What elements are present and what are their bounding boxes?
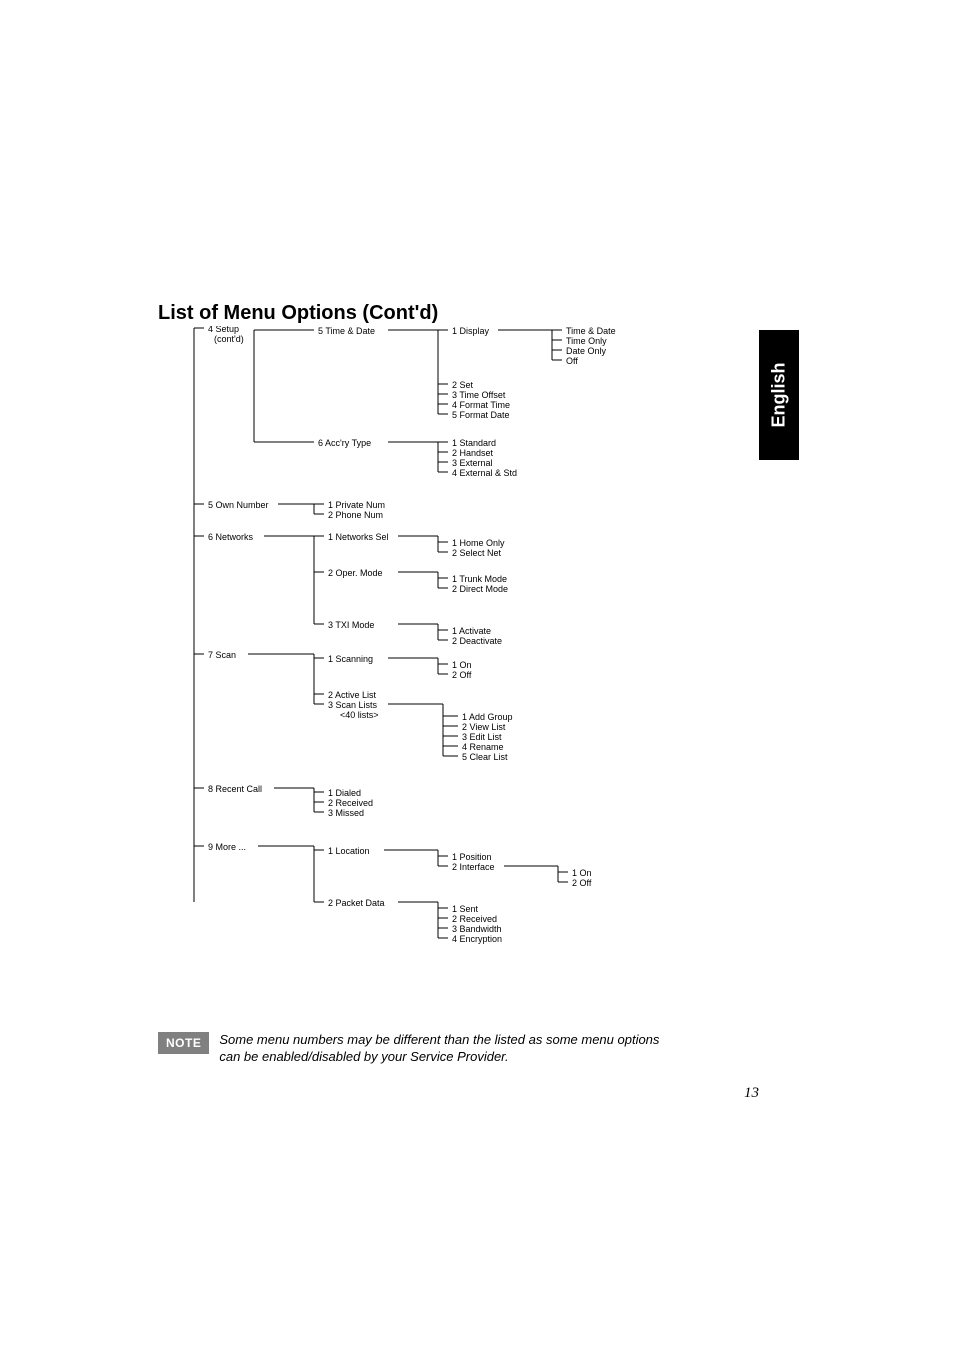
menu-root: 4 Setup	[208, 326, 239, 334]
menu-packet-3: 4 Encryption	[452, 934, 502, 944]
menu-loc-1: 2 Interface	[452, 862, 495, 872]
menu-txi-1: 2 Deactivate	[452, 636, 502, 646]
menu-opermode: 2 Oper. Mode	[328, 568, 383, 578]
menu-sl-0: 1 Add Group	[462, 712, 513, 722]
menu-loc-off: 2 Off	[572, 878, 592, 888]
menu-sl-1: 2 View List	[462, 722, 506, 732]
menu-own-0: 1 Private Num	[328, 500, 385, 510]
menu-accry-0: 1 Standard	[452, 438, 496, 448]
menu-disp-2: Date Only	[566, 346, 607, 356]
menu-scan-on: 1 On	[452, 660, 472, 670]
menu-more: 9 More ...	[208, 842, 246, 852]
note-badge: NOTE	[158, 1032, 209, 1054]
menu-accry-3: 4 External & Std	[452, 468, 517, 478]
menu-scanlists-sub: <40 lists>	[340, 710, 379, 720]
menu-sl-4: 5 Clear List	[462, 752, 508, 762]
menu-set: 2 Set	[452, 380, 474, 390]
menu-txi-0: 1 Activate	[452, 626, 491, 636]
menu-packet-2: 3 Bandwidth	[452, 924, 502, 934]
menu-disp-0: Time & Date	[566, 326, 616, 336]
menu-formatdate: 5 Format Date	[452, 410, 510, 420]
menu-networks: 6 Networks	[208, 532, 254, 542]
menu-disp-1: Time Only	[566, 336, 607, 346]
menu-sl-3: 4 Rename	[462, 742, 504, 752]
menu-netsel-1: 2 Select Net	[452, 548, 502, 558]
menu-scanlists: 3 Scan Lists	[328, 700, 378, 710]
menu-loc-on: 1 On	[572, 868, 592, 878]
menu-loc-0: 1 Position	[452, 852, 492, 862]
menu-recent-2: 3 Missed	[328, 808, 364, 818]
menu-disp-3: Off	[566, 356, 578, 366]
page: List of Menu Options (Cont'd) English 4 …	[0, 0, 954, 1351]
language-tab: English	[759, 330, 799, 460]
page-number: 13	[744, 1085, 759, 1102]
menu-timeoffset: 3 Time Offset	[452, 390, 506, 400]
menu-packet-0: 1 Sent	[452, 904, 479, 914]
menu-accry-2: 3 External	[452, 458, 493, 468]
menu-sl-2: 3 Edit List	[462, 732, 502, 742]
menu-own: 5 Own Number	[208, 500, 269, 510]
menu-packet: 2 Packet Data	[328, 898, 385, 908]
page-title: List of Menu Options (Cont'd)	[158, 302, 438, 325]
menu-accry: 6 Acc'ry Type	[318, 438, 371, 448]
menu-timedate: 5 Time & Date	[318, 326, 375, 336]
note-row: NOTE Some menu numbers may be different …	[158, 1032, 679, 1066]
language-label: English	[769, 362, 790, 427]
menu-display: 1 Display	[452, 326, 490, 336]
menu-oper-1: 2 Direct Mode	[452, 584, 508, 594]
menu-txi: 3 TXI Mode	[328, 620, 374, 630]
menu-activelist: 2 Active List	[328, 690, 377, 700]
menu-netsel: 1 Networks Sel	[328, 532, 389, 542]
menu-packet-1: 2 Received	[452, 914, 497, 924]
menu-recent: 8 Recent Call	[208, 784, 262, 794]
menu-recent-0: 1 Dialed	[328, 788, 361, 798]
menu-netsel-0: 1 Home Only	[452, 538, 505, 548]
menu-location: 1 Location	[328, 846, 370, 856]
menu-recent-1: 2 Received	[328, 798, 373, 808]
menu-scan-off: 2 Off	[452, 670, 472, 680]
menu-root-sub: (cont'd)	[214, 334, 244, 344]
menu-diagram: 4 Setup (cont'd) 5 Time & Date 1 Display…	[158, 326, 718, 976]
menu-accry-1: 2 Handset	[452, 448, 494, 458]
menu-scan: 7 Scan	[208, 650, 236, 660]
note-text: Some menu numbers may be different than …	[219, 1032, 679, 1066]
menu-own-1: 2 Phone Num	[328, 510, 383, 520]
menu-scanning: 1 Scanning	[328, 654, 373, 664]
menu-formattime: 4 Format Time	[452, 400, 510, 410]
menu-oper-0: 1 Trunk Mode	[452, 574, 507, 584]
